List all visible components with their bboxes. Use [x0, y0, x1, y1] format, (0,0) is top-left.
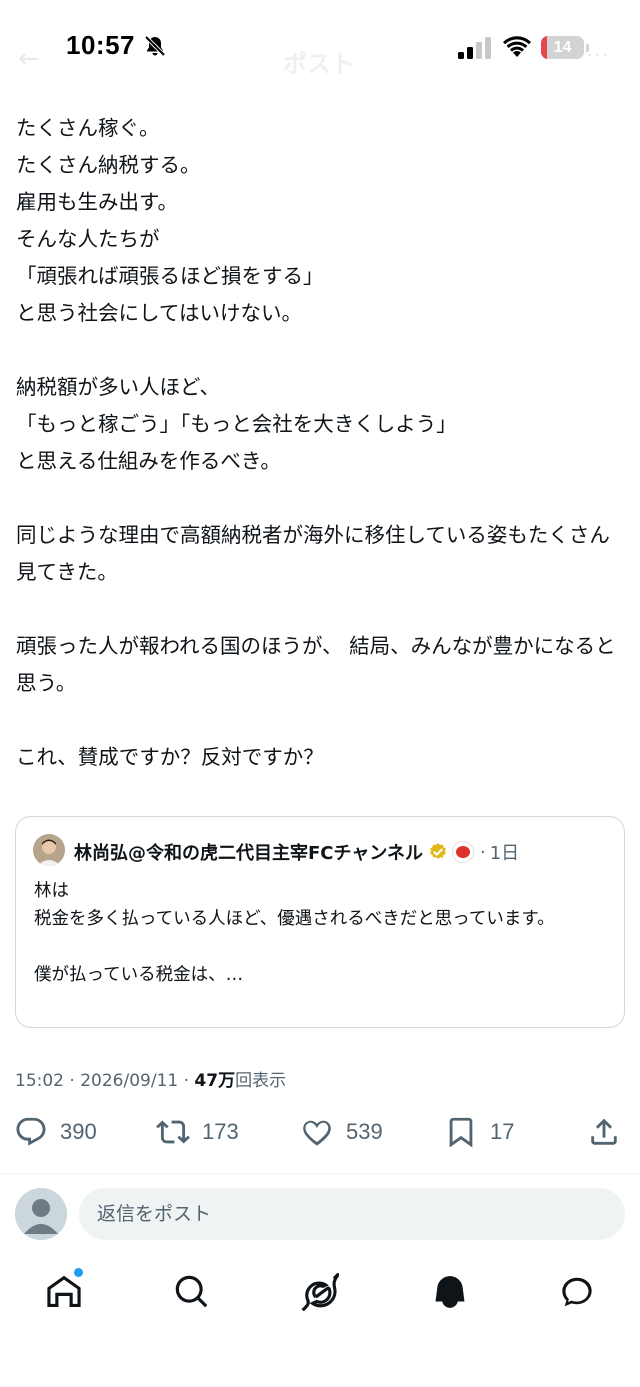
view-count-label: 回表示: [235, 1071, 287, 1091]
post-text-line: と思える仕組みを作るべき。: [16, 449, 281, 473]
view-count[interactable]: 47万: [194, 1071, 235, 1091]
post-text-line: 頑張った人が報われる国のほうが、 結局、みんなが豊かになると思う。: [16, 634, 616, 695]
post-text-line: そんな人たちが: [16, 227, 160, 251]
quoted-post-time: 1日: [489, 843, 520, 864]
like-count: 539: [346, 1119, 383, 1144]
more-icon[interactable]: ···: [586, 44, 610, 69]
reply-button[interactable]: 390: [14, 1110, 97, 1154]
share-icon: [591, 1118, 617, 1145]
battery-indicator: 14: [541, 36, 589, 60]
post-text-line: たくさん納税する。: [16, 153, 201, 177]
bottom-navigation: [0, 1262, 640, 1322]
grok-icon: [301, 1273, 339, 1311]
verified-badge-icon: [430, 843, 446, 859]
bell-icon: [435, 1276, 465, 1308]
like-button[interactable]: 539: [300, 1110, 383, 1154]
back-arrow-icon[interactable]: ←: [18, 44, 40, 74]
quoted-author-avatar[interactable]: [33, 834, 65, 866]
search-icon: [175, 1275, 208, 1308]
affiliate-badge-icon: [451, 841, 474, 863]
post-text: たくさん稼ぐ。たくさん納税する。 雇用も生み出す。 そんな人たちが「頑張れば頑張るほ…: [16, 110, 624, 776]
nav-messages[interactable]: [555, 1270, 599, 1314]
repost-count: 173: [202, 1119, 239, 1144]
wifi-icon: [503, 36, 531, 57]
meta-separator: ·: [178, 1071, 195, 1091]
post-text-line: 「頑張れば頑張るほど損をする」: [16, 264, 324, 288]
repost-button[interactable]: 173: [156, 1110, 239, 1154]
reply-input[interactable]: [79, 1188, 625, 1240]
post-text-line: 雇用も生み出す。: [16, 190, 178, 214]
post-text-line: これ、賛成ですか？反対ですか？: [16, 745, 324, 769]
like-icon: [303, 1120, 331, 1146]
silent-bell-icon: [144, 35, 166, 57]
my-avatar[interactable]: [15, 1188, 67, 1240]
messages-icon: [562, 1277, 592, 1307]
nav-search[interactable]: [170, 1270, 214, 1314]
status-time: 10:57: [66, 30, 135, 60]
quoted-text-line: 税金を多く払っている人ほど、優遇されるべきだと思っています。: [34, 909, 555, 929]
quoted-post-text: 林は 税金を多く払っている人ほど、優遇されるべきだと思っています。 僕が払ってい…: [34, 877, 610, 989]
quoted-text-line: 僕が払っている税金は、…: [34, 965, 244, 985]
post-meta: 15:02 · 2026/09/11 · 47万回表示: [15, 1066, 286, 1091]
bookmark-button[interactable]: 17: [444, 1110, 514, 1154]
reply-icon: [16, 1117, 46, 1146]
post-time: 15:02: [15, 1071, 64, 1091]
post-text-line: たくさん稼ぐ。: [16, 116, 160, 140]
post-text-line: 納税額が多い人ほど、: [16, 375, 220, 399]
nav-notifications[interactable]: [428, 1270, 472, 1314]
divider: [0, 1173, 640, 1174]
reply-composer[interactable]: [79, 1188, 625, 1240]
meta-separator: ·: [64, 1071, 81, 1091]
share-button[interactable]: [587, 1110, 621, 1154]
quoted-text-line: 林は: [34, 881, 69, 901]
reply-count: 390: [60, 1119, 97, 1144]
post-text-line: と思う社会にしてはいけない。: [16, 301, 302, 325]
post-text-line: 同じような理由で高額納税者が海外に移住している姿もたくさん見てきた。: [16, 523, 610, 584]
repost-icon: [156, 1120, 190, 1144]
home-icon: [47, 1275, 81, 1308]
cellular-signal-icon: [458, 37, 491, 59]
post-date: 2026/09/11: [80, 1071, 179, 1091]
bookmark-icon: [449, 1117, 473, 1148]
nav-grok[interactable]: [298, 1270, 342, 1314]
quoted-author-name[interactable]: 林尚弘@令和の虎二代目主宰FCチャンネル: [74, 839, 423, 865]
post-text-line: 「もっと稼ごう」「もっと会社を大きくしよう」: [16, 412, 457, 436]
quoted-post-card[interactable]: 林尚弘@令和の虎二代目主宰FCチャンネル · 1日 林は 税金を多く払っている人…: [15, 816, 625, 1028]
unread-dot: [74, 1268, 83, 1277]
status-bar: ← ポスト ··· 10:57 14: [0, 0, 640, 96]
header-title: ポスト: [283, 50, 355, 78]
battery-percent: 14: [553, 39, 572, 56]
action-bar: 390 173 539 17: [0, 1110, 640, 1154]
quoted-post-separator: ·: [479, 841, 486, 863]
bookmark-count: 17: [490, 1119, 515, 1144]
